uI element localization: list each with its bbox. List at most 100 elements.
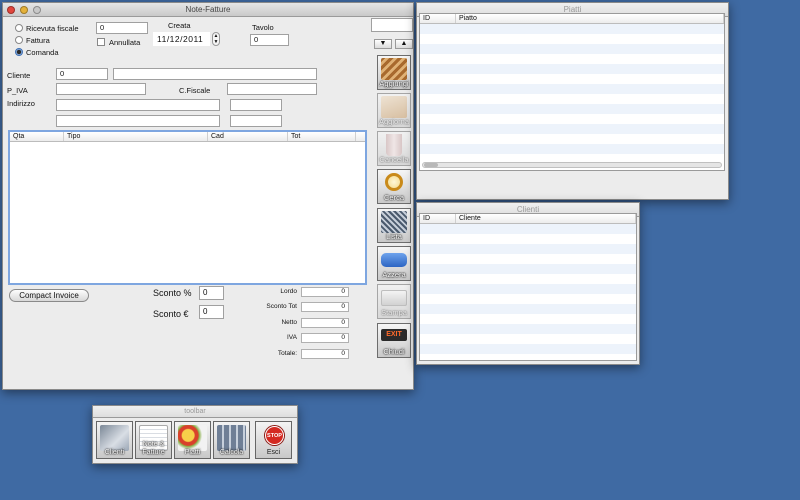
aggiungi-button[interactable]: Aggiungi	[377, 55, 411, 90]
column-tot[interactable]: Tot	[288, 132, 356, 141]
printer-icon	[381, 290, 407, 306]
sconto-pct-label: Sconto %	[153, 288, 192, 298]
sconto-eur-field[interactable]: 0	[199, 305, 224, 319]
toolbar-piatti-button[interactable]: Piatti	[174, 421, 211, 459]
radio-comanda[interactable]	[15, 48, 23, 56]
toolbar-note-fatture-label: Note & Fatture	[142, 441, 165, 456]
magnifier-icon	[385, 173, 403, 191]
azzera-label: Azzera	[382, 270, 406, 279]
window-title: Note-Fatture	[185, 5, 231, 14]
piatti-window: Piatti ID Piatto	[416, 2, 729, 200]
aggiorna-button[interactable]: Aggiorna	[377, 93, 411, 128]
indirizzo-label: Indirizzo	[7, 99, 35, 108]
toolbar-clienti-label: Clienti	[104, 449, 125, 456]
zoom-window-button[interactable]	[33, 6, 42, 14]
piatti-table-header: ID Piatto	[420, 14, 724, 24]
piatti-column-piatto[interactable]: Piatto	[456, 14, 724, 23]
cerca-label: Cerca	[383, 193, 404, 202]
cliente-name-field[interactable]	[113, 68, 317, 80]
toolbar-esci-button[interactable]: STOP Esci	[255, 421, 292, 459]
aggiorna-label: Aggiorna	[378, 117, 410, 126]
column-cad[interactable]: Cad	[208, 132, 288, 141]
toolbar-note-fatture-button[interactable]: Note & Fatture	[135, 421, 172, 459]
radio-fattura[interactable]	[15, 36, 23, 44]
stampa-button[interactable]: Stampa	[377, 284, 411, 319]
chiudi-button[interactable]: EXIT Chiudi	[377, 323, 411, 358]
cliente-id-field[interactable]: 0	[56, 68, 108, 80]
items-table-header: Qta Tipo Cad Tot	[10, 132, 365, 142]
toolbar-piatti-label: Piatti	[184, 449, 201, 456]
radio-ricevuta-fiscale[interactable]	[15, 24, 23, 32]
exit-sign-icon: EXIT	[381, 329, 407, 341]
cancella-button[interactable]: Cancella	[377, 131, 411, 166]
update-icon	[381, 96, 407, 118]
column-tipo[interactable]: Tipo	[64, 132, 208, 141]
minimize-window-button[interactable]	[20, 6, 29, 14]
compact-invoice-button[interactable]: Compact Invoice	[9, 289, 89, 302]
top-right-field[interactable]	[371, 18, 413, 32]
note-fatture-titlebar[interactable]: Note-Fatture	[3, 3, 413, 17]
radio-ricevuta-fiscale-label: Ricevuta fiscale	[26, 24, 79, 33]
azzera-button[interactable]: Azzera	[377, 246, 411, 281]
creata-date-field[interactable]: 11/12/2011	[153, 32, 210, 46]
trash-icon	[386, 134, 402, 156]
cerca-button[interactable]: Cerca	[377, 169, 411, 204]
clienti-window: Clienti ID Cliente	[416, 202, 640, 365]
totale-label: Totale:	[277, 350, 297, 357]
indirizzo-field-1[interactable]	[56, 99, 220, 111]
sconto-tot-field: 0	[301, 302, 349, 312]
netto-label: Netto	[281, 319, 297, 326]
toolbar-calcola-button[interactable]: Calcola	[213, 421, 250, 459]
lordo-field: 0	[301, 287, 349, 297]
indirizzo-field-4[interactable]	[230, 115, 282, 127]
clienti-column-cliente[interactable]: Cliente	[456, 214, 636, 223]
note-fatture-window: Note-Fatture Ricevuta fiscale Fattura Co…	[2, 2, 414, 390]
indirizzo-field-2[interactable]	[230, 99, 282, 111]
radio-comanda-label: Comanda	[26, 48, 59, 57]
clienti-table[interactable]: ID Cliente	[419, 213, 637, 361]
cfiscale-label: C.Fiscale	[179, 86, 211, 95]
document-number-field[interactable]: 0	[96, 22, 148, 34]
close-window-button[interactable]	[7, 6, 15, 14]
add-icon	[381, 58, 407, 80]
piatti-table[interactable]: ID Piatto	[419, 13, 725, 171]
date-stepper[interactable]: ▲ ▼	[212, 32, 220, 46]
indirizzo-field-3[interactable]	[56, 115, 220, 127]
tavolo-label: Tavolo	[252, 23, 274, 32]
annullata-checkbox[interactable]	[97, 38, 105, 46]
toolbar-calcola-label: Calcola	[219, 449, 244, 456]
piatti-scroll-thumb[interactable]	[424, 163, 438, 167]
lista-button[interactable]: Lista	[377, 208, 411, 243]
sconto-pct-field[interactable]: 0	[199, 286, 224, 300]
lordo-label: Lordo	[280, 288, 297, 295]
clients-icon	[100, 425, 129, 451]
creata-label: Creata	[168, 21, 191, 30]
clienti-column-id[interactable]: ID	[420, 214, 456, 223]
items-table[interactable]: Qta Tipo Cad Tot	[8, 130, 367, 285]
toolbar-titlebar[interactable]: toolbar	[93, 406, 297, 418]
netto-field: 0	[301, 318, 349, 328]
column-qta[interactable]: Qta	[10, 132, 64, 141]
iva-label: IVA	[287, 334, 297, 341]
toolbar-clienti-button[interactable]: Clienti	[96, 421, 133, 459]
piatti-horizontal-scrollbar[interactable]	[422, 162, 722, 168]
list-icon	[381, 211, 407, 233]
toolbar-esci-label: Esci	[266, 449, 281, 456]
toolbar-window: toolbar Clienti Note & Fatture Piatti Ca…	[92, 405, 298, 464]
scroll-up-button[interactable]: ▲	[395, 39, 413, 49]
sconto-eur-label: Sconto €	[153, 309, 189, 319]
aggiungi-label: Aggiungi	[379, 79, 409, 88]
window-controls	[7, 5, 44, 18]
scroll-down-button[interactable]: ▼	[374, 39, 392, 49]
piva-field[interactable]	[56, 83, 146, 95]
calculator-icon	[217, 425, 246, 451]
iva-field: 0	[301, 333, 349, 343]
lista-label: Lista	[386, 232, 402, 241]
chiudi-label: Chiudi	[383, 347, 405, 356]
tavolo-field[interactable]: 0	[250, 34, 289, 46]
cfiscale-field[interactable]	[227, 83, 317, 95]
piatti-column-id[interactable]: ID	[420, 14, 456, 23]
toolbar-window-title: toolbar	[184, 408, 206, 415]
sconto-tot-label: Sconto Tot	[266, 303, 297, 310]
piva-label: P_IVA	[7, 86, 28, 95]
